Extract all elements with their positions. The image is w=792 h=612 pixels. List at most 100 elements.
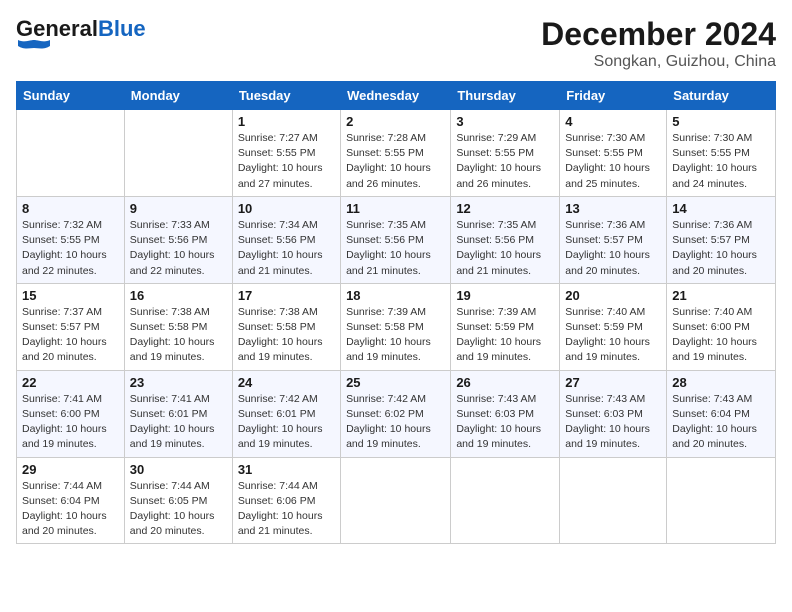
table-row: 14 Sunrise: 7:36 AMSunset: 5:57 PMDayligh… [667,196,776,283]
day-number: 22 [22,375,119,390]
day-info: Sunrise: 7:28 AMSunset: 5:55 PMDaylight:… [346,131,445,192]
table-row: 30 Sunrise: 7:44 AMSunset: 6:05 PMDayligh… [124,457,232,544]
day-info: Sunrise: 7:38 AMSunset: 5:58 PMDaylight:… [130,305,227,366]
calendar-week-1: 1 Sunrise: 7:27 AMSunset: 5:55 PMDaylight… [17,110,776,197]
table-row: 9 Sunrise: 7:33 AMSunset: 5:56 PMDaylight… [124,196,232,283]
calendar-week-4: 22 Sunrise: 7:41 AMSunset: 6:00 PMDayligh… [17,370,776,457]
calendar-week-2: 8 Sunrise: 7:32 AMSunset: 5:55 PMDaylight… [17,196,776,283]
table-row: 11 Sunrise: 7:35 AMSunset: 5:56 PMDayligh… [341,196,451,283]
day-number: 2 [346,114,445,129]
day-info: Sunrise: 7:39 AMSunset: 5:59 PMDaylight:… [456,305,554,366]
calendar-title: December 2024 [541,16,776,53]
day-number: 29 [22,462,119,477]
day-info: Sunrise: 7:35 AMSunset: 5:56 PMDaylight:… [346,218,445,279]
day-info: Sunrise: 7:41 AMSunset: 6:00 PMDaylight:… [22,392,119,453]
table-row: 23 Sunrise: 7:41 AMSunset: 6:01 PMDayligh… [124,370,232,457]
day-number: 18 [346,288,445,303]
day-number: 28 [672,375,770,390]
table-row: 12Sunrise: 7:35 AMSunset: 5:56 PMDayligh… [451,196,560,283]
day-info: Sunrise: 7:38 AMSunset: 5:58 PMDaylight:… [238,305,335,366]
table-row: 2 Sunrise: 7:28 AMSunset: 5:55 PMDaylight… [341,110,451,197]
header-sunday: Sunday [17,82,125,110]
header-tuesday: Tuesday [232,82,340,110]
day-number: 21 [672,288,770,303]
table-row: 18 Sunrise: 7:39 AMSunset: 5:58 PMDayligh… [341,283,451,370]
day-info: Sunrise: 7:27 AMSunset: 5:55 PMDaylight:… [238,131,335,192]
day-number: 23 [130,375,227,390]
day-info: Sunrise: 7:44 AMSunset: 6:04 PMDaylight:… [22,479,119,540]
table-row [17,110,125,197]
day-number: 26 [456,375,554,390]
table-row: 16Sunrise: 7:38 AMSunset: 5:58 PMDayligh… [124,283,232,370]
day-number: 30 [130,462,227,477]
day-info: Sunrise: 7:30 AMSunset: 5:55 PMDaylight:… [565,131,661,192]
day-info: Sunrise: 7:33 AMSunset: 5:56 PMDaylight:… [130,218,227,279]
header-wednesday: Wednesday [341,82,451,110]
day-number: 9 [130,201,227,216]
table-row: 20 Sunrise: 7:40 AMSunset: 5:59 PMDayligh… [560,283,667,370]
day-number: 24 [238,375,335,390]
table-row: 29 Sunrise: 7:44 AMSunset: 6:04 PMDayligh… [17,457,125,544]
table-row: 26 Sunrise: 7:43 AMSunset: 6:03 PMDayligh… [451,370,560,457]
day-info: Sunrise: 7:36 AMSunset: 5:57 PMDaylight:… [565,218,661,279]
day-info: Sunrise: 7:43 AMSunset: 6:04 PMDaylight:… [672,392,770,453]
day-number: 14 [672,201,770,216]
day-info: Sunrise: 7:35 AMSunset: 5:56 PMDaylight:… [456,218,554,279]
day-number: 31 [238,462,335,477]
day-number: 27 [565,375,661,390]
table-row [667,457,776,544]
day-info: Sunrise: 7:37 AMSunset: 5:57 PMDaylight:… [22,305,119,366]
day-info: Sunrise: 7:30 AMSunset: 5:55 PMDaylight:… [672,131,770,192]
logo: General Blue [16,16,146,54]
header-row: Sunday Monday Tuesday Wednesday Thursday… [17,82,776,110]
header: General Blue December 2024 Songkan, Guiz… [16,16,776,71]
logo-icon [16,38,52,54]
day-number: 1 [238,114,335,129]
header-monday: Monday [124,82,232,110]
day-number: 3 [456,114,554,129]
table-row [451,457,560,544]
title-area: December 2024 Songkan, Guizhou, China [541,16,776,71]
calendar-week-5: 29 Sunrise: 7:44 AMSunset: 6:04 PMDayligh… [17,457,776,544]
day-info: Sunrise: 7:36 AMSunset: 5:57 PMDaylight:… [672,218,770,279]
table-row: 15 Sunrise: 7:37 AMSunset: 5:57 PMDayligh… [17,283,125,370]
table-row: 25 Sunrise: 7:42 AMSunset: 6:02 PMDayligh… [341,370,451,457]
day-info: Sunrise: 7:43 AMSunset: 6:03 PMDaylight:… [456,392,554,453]
day-info: Sunrise: 7:41 AMSunset: 6:01 PMDaylight:… [130,392,227,453]
day-number: 10 [238,201,335,216]
table-row: 1 Sunrise: 7:27 AMSunset: 5:55 PMDaylight… [232,110,340,197]
day-number: 15 [22,288,119,303]
table-row: 22 Sunrise: 7:41 AMSunset: 6:00 PMDayligh… [17,370,125,457]
table-row [560,457,667,544]
calendar-table: Sunday Monday Tuesday Wednesday Thursday… [16,81,776,544]
header-saturday: Saturday [667,82,776,110]
table-row: 19Sunrise: 7:39 AMSunset: 5:59 PMDayligh… [451,283,560,370]
header-friday: Friday [560,82,667,110]
table-row: 3Sunrise: 7:29 AMSunset: 5:55 PMDaylight… [451,110,560,197]
day-info: Sunrise: 7:34 AMSunset: 5:56 PMDaylight:… [238,218,335,279]
day-info: Sunrise: 7:42 AMSunset: 6:01 PMDaylight:… [238,392,335,453]
day-number: 20 [565,288,661,303]
table-row [124,110,232,197]
day-number: 4 [565,114,661,129]
table-row: 27 Sunrise: 7:43 AMSunset: 6:03 PMDayligh… [560,370,667,457]
day-info: Sunrise: 7:32 AMSunset: 5:55 PMDaylight:… [22,218,119,279]
day-number: 25 [346,375,445,390]
table-row: 28 Sunrise: 7:43 AMSunset: 6:04 PMDayligh… [667,370,776,457]
day-info: Sunrise: 7:40 AMSunset: 5:59 PMDaylight:… [565,305,661,366]
day-info: Sunrise: 7:44 AMSunset: 6:05 PMDaylight:… [130,479,227,540]
day-number: 11 [346,201,445,216]
calendar-subtitle: Songkan, Guizhou, China [541,53,776,71]
day-number: 13 [565,201,661,216]
day-number: 17 [238,288,335,303]
header-thursday: Thursday [451,82,560,110]
logo-blue: Blue [98,16,146,42]
table-row: 21 Sunrise: 7:40 AMSunset: 6:00 PMDayligh… [667,283,776,370]
day-info: Sunrise: 7:39 AMSunset: 5:58 PMDaylight:… [346,305,445,366]
table-row: 24 Sunrise: 7:42 AMSunset: 6:01 PMDayligh… [232,370,340,457]
day-info: Sunrise: 7:43 AMSunset: 6:03 PMDaylight:… [565,392,661,453]
day-info: Sunrise: 7:40 AMSunset: 6:00 PMDaylight:… [672,305,770,366]
day-info: Sunrise: 7:42 AMSunset: 6:02 PMDaylight:… [346,392,445,453]
day-number: 8 [22,201,119,216]
table-row: 8 Sunrise: 7:32 AMSunset: 5:55 PMDaylight… [17,196,125,283]
